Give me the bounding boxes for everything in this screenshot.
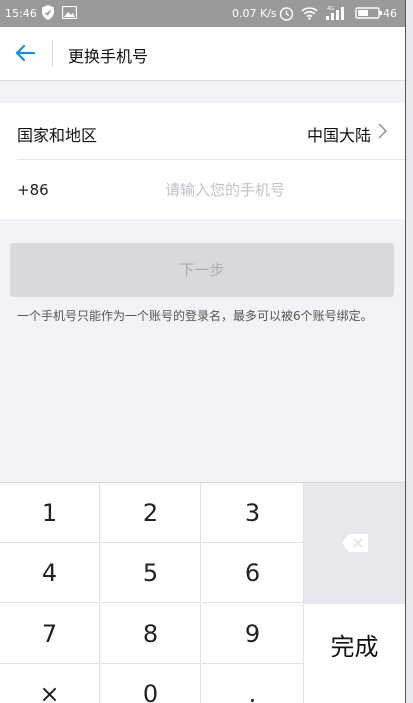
battery-level: 46: [383, 7, 397, 20]
row-divider: [17, 159, 405, 160]
numeric-keypad: 1 2 3 4 5 6 7 8 9 × 0 . 完成: [0, 482, 405, 703]
region-label: 国家和地区: [17, 126, 98, 145]
screen-edge: [405, 0, 413, 703]
signal-icon: 4G: [326, 6, 344, 20]
header-divider: [52, 40, 53, 67]
network-speed: 0.07 K/s: [232, 7, 277, 20]
wifi-icon: [301, 7, 318, 20]
shield-icon: [42, 5, 54, 20]
key-0[interactable]: 0: [101, 664, 201, 703]
alarm-icon: [279, 7, 294, 21]
key-9[interactable]: 9: [202, 604, 304, 664]
backspace-icon: [342, 534, 368, 552]
status-bar: 15:46 0.07 K/s 4G 46: [0, 0, 405, 27]
region-value: 中国大陆: [306, 126, 371, 145]
image-icon: [62, 6, 77, 19]
key-1[interactable]: 1: [0, 483, 100, 543]
region-selector[interactable]: 国家和地区 中国大陆: [0, 103, 405, 159]
country-code: +86: [17, 181, 49, 199]
screen: 15:46 0.07 K/s 4G 46 更换手机号 国家和地区 中国大陆 +8…: [0, 0, 413, 703]
key-8[interactable]: 8: [101, 604, 201, 664]
hint-text: 一个手机号只能作为一个账号的登录名，最多可以被6个账号绑定。: [17, 309, 373, 323]
key-2[interactable]: 2: [101, 483, 201, 543]
done-key[interactable]: 完成: [304, 604, 405, 703]
key-5[interactable]: 5: [101, 543, 201, 603]
phone-input[interactable]: [100, 171, 350, 209]
status-time: 15:46: [5, 7, 37, 20]
chevron-right-icon: [378, 123, 388, 139]
page-title: 更换手机号: [68, 47, 149, 66]
key-6[interactable]: 6: [202, 543, 304, 603]
key-dot[interactable]: .: [202, 664, 304, 703]
form-card: 国家和地区 中国大陆 +86: [0, 103, 405, 219]
svg-text:4G: 4G: [327, 6, 334, 12]
battery-icon: [355, 7, 382, 19]
key-4[interactable]: 4: [0, 543, 100, 603]
back-arrow-icon[interactable]: [14, 42, 36, 64]
delete-key[interactable]: [304, 483, 405, 604]
next-button[interactable]: 下一步: [10, 243, 394, 297]
header: 更换手机号: [0, 27, 405, 81]
key-3[interactable]: 3: [202, 483, 304, 543]
key-7[interactable]: 7: [0, 604, 100, 664]
key-multiply[interactable]: ×: [0, 664, 100, 703]
